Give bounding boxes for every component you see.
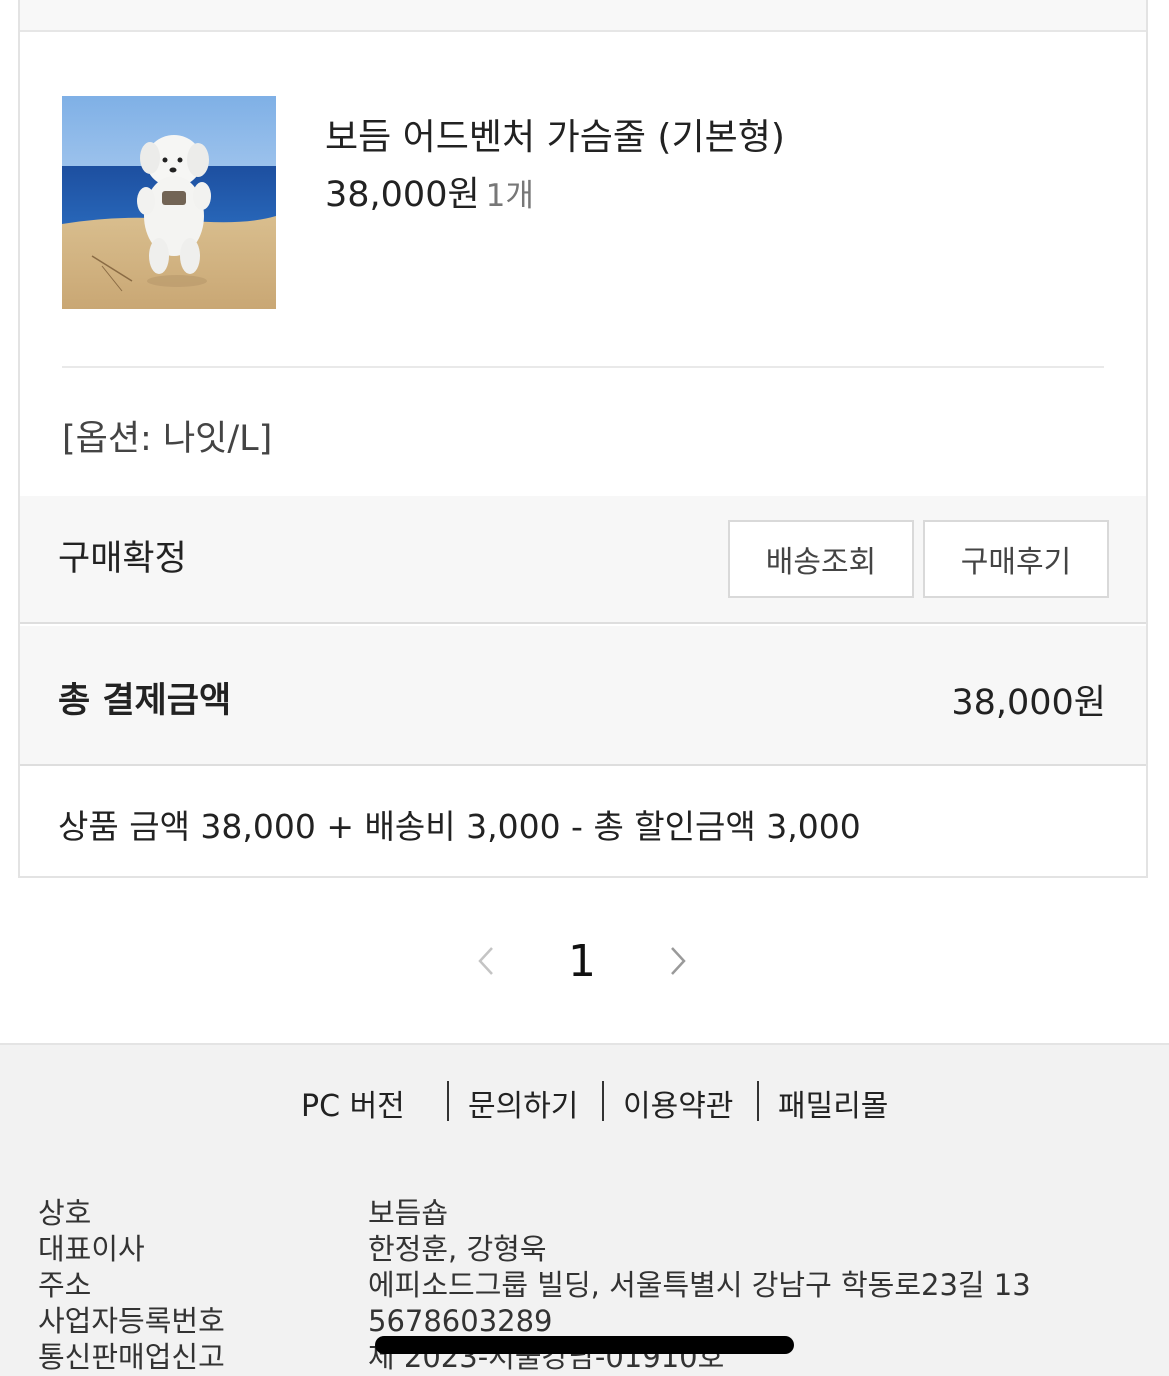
footer-separator [447,1081,449,1121]
payment-breakdown: 상품 금액 38,000 + 배송비 3,000 - 총 할인금액 3,000 [58,807,861,846]
product-price: 38,000원 [325,175,480,215]
info-key-ecommerce-registration: 통신판매업신고 [38,1340,225,1374]
product-thumbnail[interactable] [62,96,276,309]
write-review-button[interactable]: 구매후기 [923,520,1109,598]
product-quantity: 1개 [485,178,534,214]
info-value-company-name: 보듬숍 [368,1196,449,1230]
total-payment-label: 총 결제금액 [58,681,232,721]
page-number-current[interactable]: 1 [568,936,596,987]
order-card: 보듬 어드벤처 가슴줄 (기본형) 38,000원 1개 [옵션: 나잇/L] 구… [18,0,1148,878]
pagination: 1 [470,930,700,996]
footer-link-terms[interactable]: 이용약관 [623,1081,733,1125]
total-payment-row: 총 결제금액 38,000원 [20,626,1146,766]
info-key-company-name: 상호 [38,1196,92,1230]
dog-beach-photo [62,96,276,309]
chevron-right-icon[interactable] [668,944,688,987]
footer-links: PC 버전 문의하기 이용약관 패밀리몰 [0,1081,1169,1124]
chevron-left-icon[interactable] [476,944,496,987]
footer-link-family-mall[interactable]: 패밀리몰 [778,1081,888,1125]
home-indicator[interactable] [375,1336,794,1354]
footer: PC 버전 문의하기 이용약관 패밀리몰 상호 보듬숍 대표이사 한정훈, 강형… [0,1043,1169,1376]
total-payment-value: 38,000원 [951,683,1106,723]
info-value-ceo: 한정훈, 강형욱 [368,1232,547,1266]
info-key-ceo: 대표이사 [38,1232,145,1266]
track-delivery-button[interactable]: 배송조회 [728,520,914,598]
order-status-label: 구매확정 [58,539,187,579]
info-key-business-number: 사업자등록번호 [38,1304,225,1338]
price-line: 38,000원 1개 [325,166,534,217]
divider [62,366,1104,368]
product-option: [옵션: 나잇/L] [62,419,273,459]
footer-link-pc-version[interactable]: PC 버전 [301,1081,405,1125]
order-status-row: 구매확정 배송조회 구매후기 [20,496,1146,624]
info-value-address: 에피소드그룹 빌딩, 서울특별시 강남구 학동로23길 13 [368,1268,1031,1302]
footer-separator [602,1081,604,1121]
footer-link-inquiry[interactable]: 문의하기 [468,1081,578,1125]
card-top-strip [20,0,1146,32]
info-value-business-number: 5678603289 [368,1304,553,1338]
product-name[interactable]: 보듬 어드벤처 가슴줄 (기본형) [325,108,785,160]
footer-separator [757,1081,759,1121]
info-key-address: 주소 [38,1268,92,1302]
